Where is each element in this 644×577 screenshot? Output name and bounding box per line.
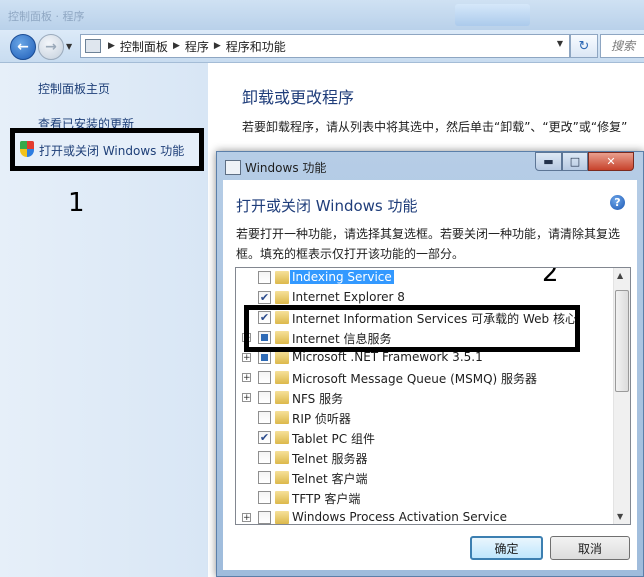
dialog-heading: 打开或关闭 Windows 功能 (236, 197, 418, 215)
feature-label: TFTP 客户端 (292, 492, 361, 506)
feature-checkbox[interactable] (258, 271, 271, 284)
feature-tree[interactable]: Indexing Service ✔ Internet Explorer 8 ✔ Int… (235, 267, 631, 525)
folder-icon (275, 351, 289, 364)
breadcrumb-programs[interactable]: 程序 (185, 38, 209, 55)
iis-highlight-box (244, 305, 580, 352)
dialog-title: Windows 功能 (245, 161, 327, 175)
annotation-marker-1: 1 (68, 188, 85, 218)
refresh-icon: ↻ (578, 38, 590, 54)
control-panel-icon (85, 39, 101, 53)
toggle-features-highlight[interactable]: 打开或关闭 Windows 功能 (10, 128, 204, 171)
folder-icon (275, 511, 289, 524)
refresh-button[interactable]: ↻ (570, 34, 598, 58)
scroll-up-icon[interactable]: ▲ (617, 271, 623, 280)
feature-label: NFS 服务 (292, 392, 344, 406)
folder-icon (275, 371, 289, 384)
scroll-down-icon[interactable]: ▼ (617, 512, 623, 521)
feature-label: RIP 侦听器 (292, 412, 351, 426)
windows-features-dialog: Windows 功能 ▬ □ ✕ 打开或关闭 Windows 功能 ? 若要打开… (216, 151, 644, 577)
breadcrumb-chevron-icon[interactable]: ▶ (108, 41, 115, 51)
feature-row[interactable]: + Microsoft Message Queue (MSMQ) 服务器 (236, 368, 616, 388)
control-panel-home-link[interactable]: 控制面板主页 (38, 80, 110, 97)
titlebar-decoration (455, 4, 530, 26)
page-title: 卸载或更改程序 (242, 88, 355, 107)
feature-label: Tablet PC 组件 (292, 432, 375, 446)
back-button[interactable]: ← (10, 34, 36, 60)
feature-checkbox[interactable] (258, 451, 271, 464)
expand-icon[interactable]: + (242, 373, 251, 383)
feature-checkbox[interactable]: ✔ (258, 291, 271, 304)
back-arrow-icon: ← (17, 39, 29, 55)
scroll-thumb[interactable] (615, 290, 629, 392)
dialog-app-icon (225, 160, 241, 175)
cancel-button[interactable]: 取消 (550, 536, 630, 560)
feature-checkbox[interactable] (258, 411, 271, 424)
feature-row[interactable]: + NFS 服务 (236, 388, 616, 408)
navigation-bar: ← → ▼ ▶ 控制面板 ▶ 程序 ▶ 程序和功能 ▼ ↻ 搜索 (0, 30, 644, 63)
feature-label: Microsoft .NET Framework 3.5.1 (292, 350, 483, 364)
search-input[interactable]: 搜索 (600, 34, 644, 58)
breadcrumb-chevron-icon[interactable]: ▶ (173, 41, 180, 51)
folder-icon (275, 471, 289, 484)
ok-button[interactable]: 确定 (470, 536, 543, 560)
feature-row[interactable]: Indexing Service (236, 268, 616, 288)
folder-icon (275, 411, 289, 424)
feature-label: Telnet 客户端 (292, 472, 368, 486)
folder-icon (275, 291, 289, 304)
dialog-description: 若要打开一种功能，请选择其复选框。若要关闭一种功能，请清除其复选框。填充的框表示… (236, 227, 621, 261)
close-icon: ✕ (606, 155, 616, 168)
address-bar[interactable]: ▶ 控制面板 ▶ 程序 ▶ 程序和功能 ▼ (80, 34, 570, 58)
feature-label: Indexing Service (290, 270, 394, 284)
feature-checkbox[interactable] (258, 491, 271, 504)
feature-checkbox[interactable] (258, 391, 271, 404)
feature-row[interactable]: + Windows Process Activation Service (236, 508, 616, 524)
feature-row[interactable]: RIP 侦听器 (236, 408, 616, 428)
feature-checkbox[interactable] (258, 371, 271, 384)
feature-checkbox[interactable] (258, 511, 271, 524)
feature-label: Telnet 服务器 (292, 452, 368, 466)
uac-shield-icon (20, 141, 34, 157)
feature-checkbox[interactable] (258, 471, 271, 484)
feature-checkbox[interactable] (258, 351, 271, 364)
feature-label: Windows Process Activation Service (292, 510, 507, 524)
window-title: 控制面板 · 程序 (8, 10, 85, 23)
feature-row[interactable]: TFTP 客户端 (236, 488, 616, 508)
address-dropdown-icon[interactable]: ▼ (557, 39, 563, 48)
breadcrumb-programs-features[interactable]: 程序和功能 (226, 38, 286, 55)
breadcrumb-control-panel[interactable]: 控制面板 (120, 38, 168, 55)
history-dropdown-icon[interactable]: ▼ (66, 42, 72, 51)
left-task-panel: 控制面板主页 查看已安装的更新 打开或关闭 Windows 功能 1 (0, 63, 208, 577)
feature-row[interactable]: Telnet 客户端 (236, 468, 616, 488)
maximize-icon: □ (569, 155, 581, 168)
page-description: 若要卸载程序，请从列表中将其选中，然后单击“卸载”、“更改”或“修复” (242, 120, 628, 134)
maximize-button[interactable]: □ (562, 152, 588, 171)
close-button[interactable]: ✕ (588, 152, 634, 171)
help-icon[interactable]: ? (610, 195, 625, 210)
folder-icon (275, 491, 289, 504)
expand-icon[interactable]: + (242, 393, 251, 403)
expand-icon[interactable]: + (242, 353, 251, 363)
feature-checkbox[interactable]: ✔ (258, 431, 271, 444)
feature-label: Microsoft Message Queue (MSMQ) 服务器 (292, 372, 538, 386)
list-scrollbar[interactable]: ▲ ▼ (613, 268, 630, 524)
feature-label: Internet Explorer 8 (292, 290, 405, 304)
folder-icon (275, 271, 289, 284)
feature-row[interactable]: ✔ Tablet PC 组件 (236, 428, 616, 448)
forward-button[interactable]: → (38, 34, 64, 60)
minimize-icon: ▬ (543, 155, 554, 168)
window-titlebar: 控制面板 · 程序 (0, 0, 644, 30)
expand-icon[interactable]: + (242, 513, 251, 523)
toggle-windows-features-link[interactable]: 打开或关闭 Windows 功能 (39, 142, 184, 159)
forward-arrow-icon: → (45, 39, 57, 55)
folder-icon (275, 391, 289, 404)
feature-row[interactable]: Telnet 服务器 (236, 448, 616, 468)
folder-icon (275, 451, 289, 464)
breadcrumb-chevron-icon[interactable]: ▶ (214, 41, 221, 51)
annotation-marker-2: 2 (542, 267, 559, 288)
folder-icon (275, 431, 289, 444)
minimize-button[interactable]: ▬ (535, 152, 562, 171)
dialog-body: 打开或关闭 Windows 功能 ? 若要打开一种功能，请选择其复选框。若要关闭… (223, 180, 637, 570)
